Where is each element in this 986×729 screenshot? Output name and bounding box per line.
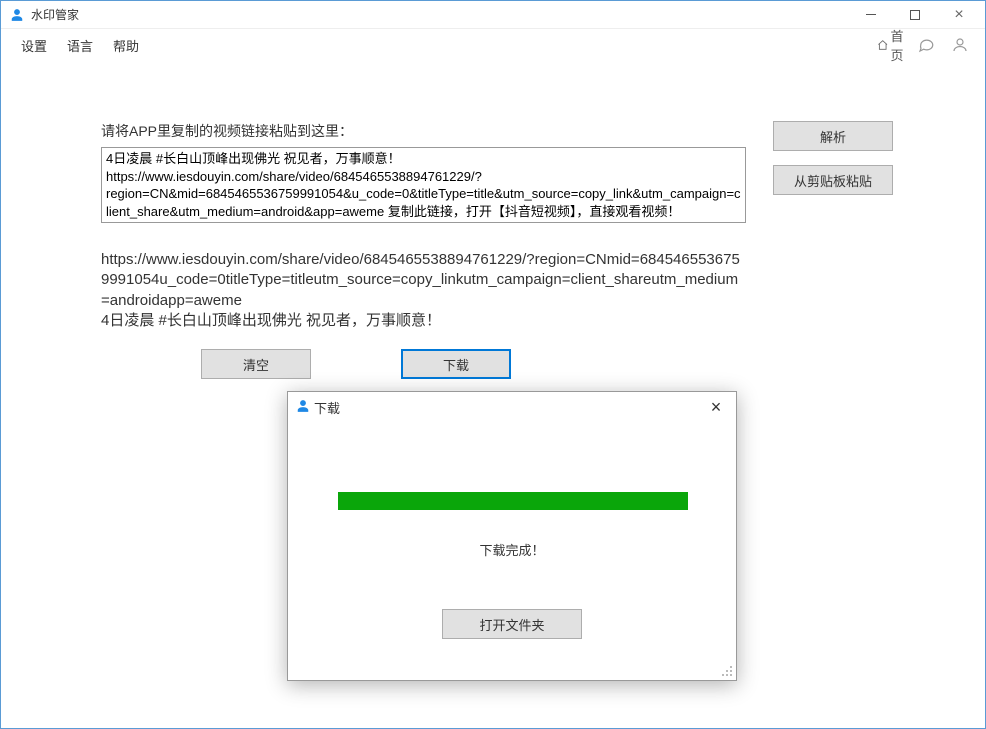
menu-language[interactable]: 语言 bbox=[57, 32, 103, 59]
home-icon bbox=[877, 36, 888, 54]
app-title: 水印管家 bbox=[31, 6, 79, 23]
dialog-close-button[interactable]: × bbox=[704, 395, 728, 419]
minimize-button[interactable] bbox=[849, 1, 893, 29]
minimize-icon bbox=[866, 14, 876, 15]
menu-settings[interactable]: 设置 bbox=[11, 32, 57, 59]
maximize-icon bbox=[910, 10, 920, 20]
main-window: 水印管家 × 设置 语言 帮助 首页 请将APP里复制的视频链接粘贴到这里： 解… bbox=[0, 0, 986, 729]
close-icon: × bbox=[711, 397, 722, 418]
paste-from-clipboard-button[interactable]: 从剪贴板粘贴 bbox=[773, 165, 893, 195]
menu-help[interactable]: 帮助 bbox=[103, 32, 149, 59]
instruction-label: 请将APP里复制的视频链接粘贴到这里： bbox=[101, 121, 751, 141]
account-button[interactable] bbox=[945, 30, 975, 60]
menubar: 设置 语言 帮助 首页 bbox=[1, 29, 985, 61]
open-folder-button[interactable]: 打开文件夹 bbox=[442, 609, 582, 639]
download-dialog: 下载 × 下载完成！ 打开文件夹 bbox=[287, 391, 737, 681]
url-input[interactable] bbox=[101, 147, 746, 223]
download-button[interactable]: 下载 bbox=[401, 349, 511, 379]
content-area: 请将APP里复制的视频链接粘贴到这里： 解析 从剪贴板粘贴 https://ww… bbox=[1, 61, 985, 379]
dialog-body: 下载完成！ 打开文件夹 bbox=[288, 422, 736, 639]
dialog-app-icon bbox=[296, 399, 310, 416]
dialog-titlebar: 下载 × bbox=[288, 392, 736, 422]
feedback-button[interactable] bbox=[911, 30, 941, 60]
progress-bar bbox=[338, 492, 688, 510]
home-button[interactable]: 首页 bbox=[877, 30, 907, 60]
clear-button[interactable]: 清空 bbox=[201, 349, 311, 379]
close-icon: × bbox=[954, 7, 963, 23]
resize-grip[interactable] bbox=[720, 664, 734, 678]
download-status: 下载完成！ bbox=[338, 540, 686, 559]
titlebar: 水印管家 × bbox=[1, 1, 985, 29]
chat-icon bbox=[917, 36, 935, 54]
parsed-output: https://www.iesdouyin.com/share/video/68… bbox=[101, 250, 746, 331]
dialog-title: 下载 bbox=[314, 398, 340, 417]
parse-button[interactable]: 解析 bbox=[773, 121, 893, 151]
close-button[interactable]: × bbox=[937, 1, 981, 29]
home-label: 首页 bbox=[890, 26, 907, 64]
app-icon bbox=[9, 7, 25, 23]
maximize-button[interactable] bbox=[893, 1, 937, 29]
user-icon bbox=[951, 36, 969, 54]
